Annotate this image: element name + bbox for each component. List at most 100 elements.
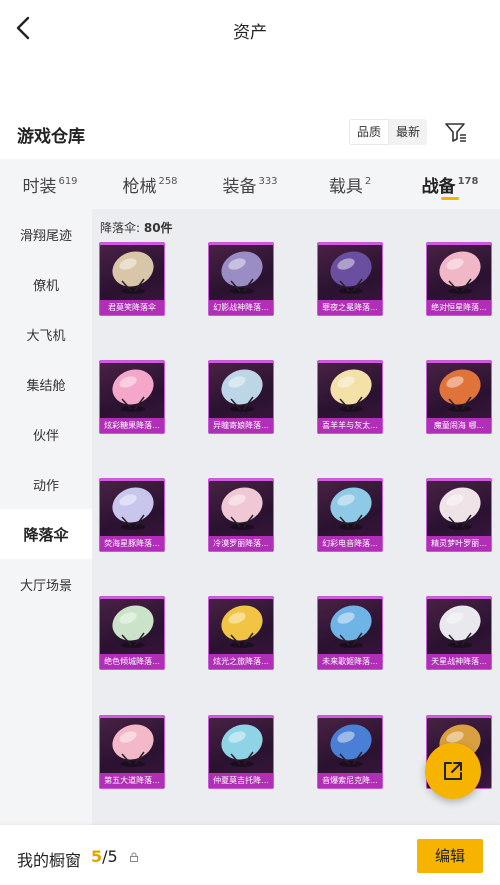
item-card: 幻影战神降落... xyxy=(208,242,274,316)
item-card: 绝色倾城降落... xyxy=(99,596,165,670)
parachute-item[interactable]: 仲夏莫吉托降... xyxy=(208,715,274,789)
parachute-item[interactable]: 幻彩电音降落... xyxy=(317,478,383,552)
item-card: 幻彩电音降落... xyxy=(317,478,383,552)
item-card: 音爆索尼克降... xyxy=(317,715,383,789)
parachute-item[interactable]: 绝对恒星降落... xyxy=(426,242,492,316)
tab-label: 载具 xyxy=(328,177,363,197)
tab-category[interactable]: 时装 619 xyxy=(0,159,100,209)
lock-icon xyxy=(130,852,138,862)
parachute-item[interactable]: 炫彩糖果降落... xyxy=(99,360,165,434)
share-icon xyxy=(444,762,462,780)
tab-count: 258 xyxy=(158,176,178,187)
item-card: 君莫笑降落伞 xyxy=(99,242,165,316)
sort-by-quality[interactable]: 品质 xyxy=(349,119,390,145)
parachute-item[interactable]: 幻影战神降落... xyxy=(208,242,274,316)
item-name: 幻彩电音降落... xyxy=(318,536,382,551)
parachute-item[interactable]: 冷漠罗丽降落... xyxy=(208,478,274,552)
showcase-count: 5/5 xyxy=(91,847,118,866)
parachute-item[interactable]: 魔童闹海 哪... xyxy=(426,360,492,434)
tab-category[interactable]: 装备 333 xyxy=(200,159,300,209)
item-name: 君莫笑降落伞 xyxy=(100,300,164,315)
side-nav-item[interactable]: 集结舱 xyxy=(0,359,92,409)
item-name: 喜羊羊与灰太... xyxy=(318,418,382,433)
warehouse-header: 游戏仓库 品质 最新 xyxy=(0,118,500,152)
item-name: 炫光之旅降落... xyxy=(209,654,273,669)
category-tabs: 时装 619 枪械 258 装备 333 载具 2 战备 178 xyxy=(0,159,500,209)
parachute-image xyxy=(112,251,154,294)
parachute-item[interactable]: 绝色倾城降落... xyxy=(99,596,165,670)
item-name: 幻影战神降落... xyxy=(209,300,273,315)
parachute-image xyxy=(221,724,263,767)
parachute-item[interactable]: 精灵梦叶罗丽... xyxy=(426,478,492,552)
tab-label: 时装 xyxy=(22,177,57,197)
item-card: 魔童闹海 哪... xyxy=(426,360,492,434)
parachute-item[interactable]: 第五大道降落... xyxy=(99,715,165,789)
parachute-image xyxy=(439,605,481,648)
parachute-item[interactable]: 未来歌姬降落... xyxy=(317,596,383,670)
tab-count: 2 xyxy=(364,176,372,187)
item-name: 罪夜之冕降落... xyxy=(318,300,382,315)
parachute-item[interactable]: 音爆索尼克降... xyxy=(317,715,383,789)
item-card: 绝对恒星降落... xyxy=(426,242,492,316)
parachute-image xyxy=(439,487,481,530)
parachute-item[interactable]: 喜羊羊与灰太... xyxy=(317,360,383,434)
item-card: 未来歌姬降落... xyxy=(317,596,383,670)
side-nav-item[interactable]: 僚机 xyxy=(0,259,92,309)
item-card: 第五大道降落... xyxy=(99,715,165,789)
parachute-item[interactable]: 炫光之旅降落... xyxy=(208,596,274,670)
side-nav: 滑翔尾迹 僚机 大飞机 集结舱 伙伴 动作 降落伞 大厅场景 xyxy=(0,209,92,825)
parachute-image xyxy=(112,487,154,530)
parachute-image xyxy=(330,605,372,648)
side-nav-item[interactable]: 伙伴 xyxy=(0,409,92,459)
asset-page: 资产 游戏仓库 品质 最新 时装 619 枪械 258 装备 333 载具 2 战备 178 滑翔… xyxy=(0,0,500,885)
item-card: 炫光之旅降落... xyxy=(208,596,274,670)
item-card: 仲夏莫吉托降... xyxy=(208,715,274,789)
top-bar: 资产 xyxy=(0,0,500,60)
parachute-item[interactable]: 罪夜之冕降落... xyxy=(317,242,383,316)
parachute-image xyxy=(330,487,372,530)
parachute-item[interactable]: 君莫笑降落伞 xyxy=(99,242,165,316)
parachute-image xyxy=(221,605,263,648)
parachute-image xyxy=(221,369,263,412)
side-nav-item[interactable]: 大厅场景 xyxy=(0,559,92,609)
tab-category[interactable]: 枪械 258 xyxy=(100,159,200,209)
parachute-image xyxy=(221,251,263,294)
tab-label: 装备 xyxy=(222,177,257,197)
showcase-total: /5 xyxy=(102,847,118,866)
item-name: 音爆索尼克降... xyxy=(318,773,382,788)
parachute-image xyxy=(330,251,372,294)
item-card: 炫彩糖果降落... xyxy=(99,360,165,434)
edit-button[interactable]: 编辑 xyxy=(417,839,483,873)
tab-count: 178 xyxy=(457,176,479,187)
warehouse-title: 游戏仓库 xyxy=(17,127,85,147)
filter-button[interactable] xyxy=(444,120,468,144)
parachute-image xyxy=(330,724,372,767)
side-nav-item[interactable]: 滑翔尾迹 xyxy=(0,209,92,259)
parachute-item[interactable]: 荧海星豚降落... xyxy=(99,478,165,552)
share-button[interactable] xyxy=(425,743,481,799)
item-name: 天星战神降落... xyxy=(427,654,491,669)
tab-label: 枪械 xyxy=(122,177,157,197)
tab-label: 战备 xyxy=(421,177,456,197)
tab-count: 619 xyxy=(58,176,78,187)
showcase-current: 5 xyxy=(91,847,103,866)
item-card: 精灵梦叶罗丽... xyxy=(426,478,492,552)
side-nav-item[interactable]: 大飞机 xyxy=(0,309,92,359)
side-nav-item[interactable]: 动作 xyxy=(0,459,92,509)
side-nav-item[interactable]: 降落伞 xyxy=(0,509,92,559)
tab-category[interactable]: 战备 178 xyxy=(400,159,500,209)
item-name: 炫彩糖果降落... xyxy=(100,418,164,433)
tab-category[interactable]: 载具 2 xyxy=(300,159,400,209)
parachute-item[interactable]: 异瞳寄娘降落... xyxy=(208,360,274,434)
item-name: 绝对恒星降落... xyxy=(427,300,491,315)
item-card: 异瞳寄娘降落... xyxy=(208,360,274,434)
showcase-label: 我的橱窗 xyxy=(17,851,82,870)
bottom-bar: 我的橱窗 5/5 编辑 xyxy=(0,825,500,885)
item-name: 绝色倾城降落... xyxy=(100,654,164,669)
tab-count: 333 xyxy=(258,176,278,187)
parachute-image xyxy=(112,724,154,767)
parachute-item[interactable]: 天星战神降落... xyxy=(426,596,492,670)
sort-by-newest[interactable]: 最新 xyxy=(389,119,427,145)
parachute-image xyxy=(439,251,481,294)
section-count: 80件 xyxy=(143,221,173,235)
